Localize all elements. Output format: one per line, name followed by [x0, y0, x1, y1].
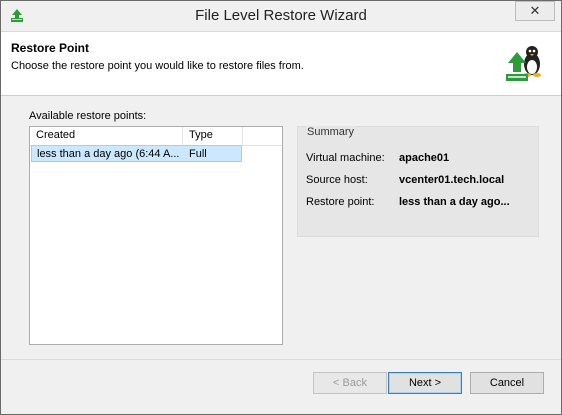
- host-value: vcenter01.tech.local: [399, 174, 505, 186]
- host-label: Source host:: [306, 174, 368, 186]
- page-title: Restore Point: [11, 41, 90, 55]
- page-description: Choose the restore point you would like …: [11, 60, 304, 72]
- wizard-window: File Level Restore Wizard ✕ Restore Poin…: [0, 0, 562, 415]
- window-title: File Level Restore Wizard: [195, 7, 367, 24]
- footer-divider: [1, 359, 561, 360]
- vm-label: Virtual machine:: [306, 152, 385, 164]
- close-button[interactable]: ✕: [515, 1, 555, 21]
- restore-point-row[interactable]: less than a day ago (6:44 A... Full: [31, 145, 242, 162]
- restore-point-created: less than a day ago (6:44 A...: [37, 148, 180, 160]
- restore-points-label: Available restore points:: [29, 110, 147, 122]
- title-bar: File Level Restore Wizard ✕: [1, 1, 561, 32]
- cancel-button[interactable]: Cancel: [470, 372, 544, 394]
- restore-point-label: Restore point:: [306, 196, 375, 208]
- wizard-header: Restore Point Choose the restore point y…: [1, 32, 561, 96]
- list-header: Created Type: [30, 127, 282, 146]
- linux-restore-icon: [503, 42, 547, 86]
- close-icon: ✕: [529, 3, 541, 18]
- vm-value: apache01: [399, 152, 450, 164]
- column-created-header[interactable]: Created: [36, 129, 75, 141]
- summary-panel: Summary Virtual machine: apache01 Source…: [297, 126, 539, 237]
- next-button[interactable]: Next >: [388, 372, 462, 394]
- back-button[interactable]: < Back: [313, 372, 387, 394]
- summary-title: Summary: [305, 126, 357, 138]
- restore-point-type: Full: [189, 148, 207, 160]
- restore-point-value: less than a day ago...: [399, 196, 510, 208]
- column-divider[interactable]: [242, 127, 243, 145]
- restore-points-list[interactable]: Created Type less than a day ago (6:44 A…: [29, 126, 283, 345]
- column-divider[interactable]: [182, 127, 183, 145]
- column-type-header[interactable]: Type: [189, 129, 213, 141]
